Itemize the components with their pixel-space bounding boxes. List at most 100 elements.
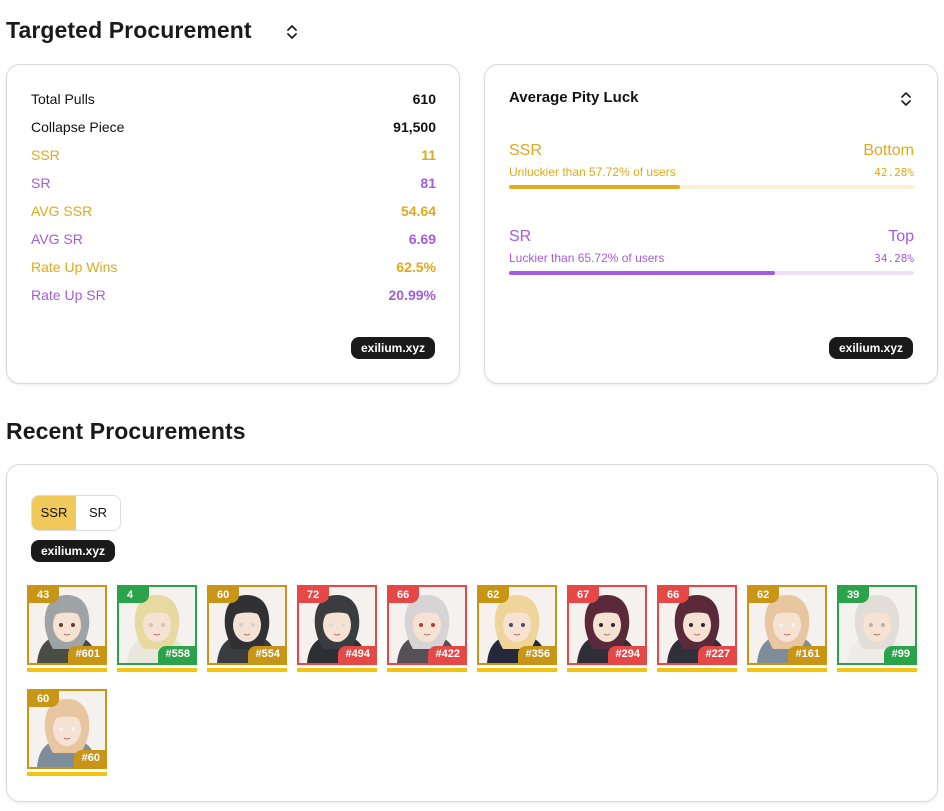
toggle-sr[interactable]: SR	[76, 496, 120, 530]
stat-row: Rate Up Wins 62.5%	[31, 257, 436, 277]
site-badge: exilium.xyz	[828, 337, 913, 359]
rarity-bar	[747, 668, 827, 672]
procurement-item[interactable]: 39 #99	[837, 585, 917, 674]
rarity-toggle: SSR SR	[31, 495, 121, 531]
pull-number-badge: #99	[883, 646, 915, 663]
stat-value: 54.64	[400, 203, 436, 219]
sr-luck-percent: 34.28%	[874, 252, 914, 265]
pity-count-badge: 4	[119, 587, 149, 603]
portrait-frame: 66 #227	[657, 585, 737, 665]
rarity-bar	[567, 668, 647, 672]
stat-row: Total Pulls 610	[31, 89, 436, 109]
pity-count-badge: 39	[839, 587, 869, 603]
stat-label: Rate Up SR	[31, 287, 106, 303]
portrait-frame: 72 #494	[297, 585, 377, 665]
stat-row: AVG SSR 54.64	[31, 201, 436, 221]
pull-number-badge: #558	[157, 646, 195, 663]
pity-count-badge: 43	[29, 587, 59, 603]
pull-number-badge: #60	[73, 750, 105, 767]
ssr-luck-rank: Bottom	[863, 142, 914, 159]
pull-number-badge: #422	[427, 646, 465, 663]
stat-row: SSR 11	[31, 145, 436, 165]
rarity-bar	[837, 668, 917, 672]
stat-row: Rate Up SR 20.99%	[31, 285, 436, 305]
portrait-frame: 62 #356	[477, 585, 557, 665]
ssr-luck-desc: Unluckier than 57.72% of users	[509, 165, 676, 179]
pull-number-badge: #554	[247, 646, 285, 663]
ssr-luck-percent: 42.28%	[874, 166, 914, 179]
site-badge: exilium.xyz	[350, 337, 435, 359]
pity-count-badge: 66	[659, 587, 689, 603]
pity-luck-title: Average Pity Luck	[509, 89, 639, 106]
sr-luck-bar-fill	[509, 271, 776, 275]
stat-row: AVG SR 6.69	[31, 229, 436, 249]
procurement-item[interactable]: 66 #227	[657, 585, 737, 674]
procurement-item[interactable]: 72 #494	[297, 585, 377, 674]
toggle-ssr[interactable]: SSR	[32, 496, 76, 530]
rarity-bar	[117, 668, 197, 672]
procurement-item[interactable]: 4 #558	[117, 585, 197, 674]
sr-luck-rank: Top	[888, 228, 914, 245]
stat-value: 81	[420, 175, 436, 191]
portrait-frame: 4 #558	[117, 585, 197, 665]
pity-count-badge: 62	[479, 587, 509, 603]
procurement-item[interactable]: 67 #294	[567, 585, 647, 674]
pull-number-badge: #356	[517, 646, 555, 663]
chevron-up-down-icon[interactable]	[285, 22, 299, 42]
rarity-bar	[27, 772, 107, 776]
pity-count-badge: 60	[209, 587, 239, 603]
sr-luck-bar	[509, 271, 914, 275]
procurement-item[interactable]: 43 #601	[27, 585, 107, 674]
stat-label: AVG SR	[31, 231, 83, 247]
procurement-item[interactable]: 62 #356	[477, 585, 557, 674]
stat-row: Collapse Piece 91,500	[31, 117, 436, 137]
ssr-luck-bar-fill	[509, 185, 681, 189]
stat-label: SR	[31, 175, 51, 191]
stats-card: Total Pulls 610 Collapse Piece 91,500 SSR 11 S…	[6, 64, 460, 384]
ssr-luck-label: SSR	[509, 142, 542, 159]
stat-value: 62.5%	[396, 259, 436, 275]
portrait-frame: 62 #161	[747, 585, 827, 665]
procurement-item[interactable]: 66 #422	[387, 585, 467, 674]
stat-value: 6.69	[408, 231, 436, 247]
rarity-bar	[477, 668, 557, 672]
page-title: Targeted Procurement	[6, 17, 252, 43]
stat-label: Total Pulls	[31, 91, 95, 107]
stat-value: 20.99%	[388, 287, 436, 303]
pity-count-badge: 62	[749, 587, 779, 603]
stat-label: AVG SSR	[31, 203, 93, 219]
pity-count-badge: 60	[29, 691, 59, 707]
rarity-bar	[387, 668, 467, 672]
procurement-item[interactable]: 60 #554	[207, 585, 287, 674]
pity-count-badge: 72	[299, 587, 329, 603]
rarity-bar	[297, 668, 377, 672]
portrait-frame: 60 #554	[207, 585, 287, 665]
ssr-luck-bar	[509, 185, 914, 189]
site-badge: exilium.xyz	[31, 540, 116, 562]
stat-row: SR 81	[31, 173, 436, 193]
portrait-frame: 43 #601	[27, 585, 107, 665]
pity-count-badge: 66	[389, 587, 419, 603]
procurement-item[interactable]: 62 #161	[747, 585, 827, 674]
portrait-frame: 39 #99	[837, 585, 917, 665]
pull-number-badge: #601	[67, 646, 105, 663]
stat-value: 11	[421, 147, 436, 163]
stat-label: SSR	[31, 147, 60, 163]
recent-procurements-card: SSR SR exilium.xyz 43 #601 4 #558 60 #554 72 #4…	[6, 464, 938, 802]
pull-number-badge: #494	[337, 646, 375, 663]
pity-count-badge: 67	[569, 587, 599, 603]
sr-luck-desc: Luckier than 65.72% of users	[509, 251, 665, 265]
pull-number-badge: #227	[697, 646, 735, 663]
stat-value: 610	[412, 91, 436, 107]
pull-number-badge: #294	[607, 646, 645, 663]
stat-label: Collapse Piece	[31, 119, 125, 135]
portrait-frame: 67 #294	[567, 585, 647, 665]
procurement-item[interactable]: 60 #60	[27, 689, 107, 778]
pull-number-badge: #161	[787, 646, 825, 663]
section-title: Recent Procurements	[6, 418, 246, 444]
chevron-up-down-icon[interactable]	[899, 90, 913, 108]
rarity-bar	[657, 668, 737, 672]
portrait-frame: 60 #60	[27, 689, 107, 769]
rarity-bar	[27, 668, 107, 672]
sr-luck-label: SR	[509, 228, 532, 245]
